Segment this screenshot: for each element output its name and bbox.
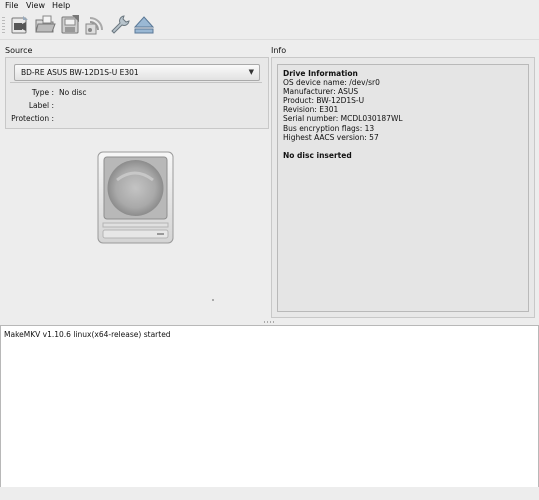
menu-bar: File View Help xyxy=(0,0,539,11)
backup-button[interactable] xyxy=(59,14,81,36)
log-output[interactable]: MakeMKV v1.10.6 linux(x64-release) start… xyxy=(0,325,539,488)
stream-icon xyxy=(85,17,103,35)
open-files-button[interactable] xyxy=(34,14,56,36)
settings-button[interactable] xyxy=(109,14,131,36)
make-mkv-icon xyxy=(11,16,28,34)
menu-help[interactable]: Help xyxy=(52,1,70,10)
status-bar xyxy=(0,487,539,500)
open-files-icon xyxy=(35,15,56,33)
toolbar-grip[interactable] xyxy=(2,17,5,33)
toolbar xyxy=(0,11,539,40)
info-text: Drive Information OS device name: /dev/s… xyxy=(283,69,403,160)
info-line: Revision: E301 xyxy=(283,105,339,115)
chevron-down-icon: ▼ xyxy=(248,68,254,76)
info-line: Bus encryption flags: 13 xyxy=(283,123,375,133)
empty-drive-icon xyxy=(95,150,178,248)
type-label: Type : xyxy=(31,88,54,97)
source-divider xyxy=(10,82,262,83)
splitter-handle[interactable] xyxy=(264,321,276,323)
info-line: Highest AACS version: 57 xyxy=(283,132,379,142)
menu-view[interactable]: View xyxy=(26,1,45,10)
make-mkv-button[interactable] xyxy=(9,14,31,36)
source-title: Source xyxy=(5,46,33,55)
stream-button[interactable] xyxy=(84,14,106,36)
drive-select-value: BD-RE ASUS BW-12D1S-U E301 xyxy=(21,68,139,77)
info-line: Product: BW-12D1S-U xyxy=(283,96,365,106)
log-line: MakeMKV v1.10.6 linux(x64-release) start… xyxy=(4,330,171,339)
divider-dot xyxy=(212,299,214,301)
source-panel: BD-RE ASUS BW-12D1S-U E301 ▼ Type : No d… xyxy=(5,57,269,129)
disc-status: No disc inserted xyxy=(283,150,352,160)
drive-select[interactable]: BD-RE ASUS BW-12D1S-U E301 ▼ xyxy=(14,64,260,81)
info-box: Drive Information OS device name: /dev/s… xyxy=(277,64,529,312)
type-value: No disc xyxy=(59,88,87,97)
menu-file[interactable]: File xyxy=(5,1,18,10)
info-heading: Drive Information xyxy=(283,69,358,78)
eject-icon xyxy=(133,16,155,34)
info-title: Info xyxy=(271,46,287,55)
info-line: Serial number: MCDL030187WL xyxy=(283,114,403,124)
protection-label: Protection : xyxy=(11,114,54,123)
info-panel: Drive Information OS device name: /dev/s… xyxy=(271,57,535,318)
settings-wrench-icon xyxy=(111,15,130,34)
eject-button[interactable] xyxy=(133,14,155,36)
info-line: OS device name: /dev/sr0 xyxy=(283,78,380,88)
info-line: Manufacturer: ASUS xyxy=(283,87,359,97)
backup-icon xyxy=(61,15,79,34)
label-label: Label : xyxy=(28,101,54,110)
